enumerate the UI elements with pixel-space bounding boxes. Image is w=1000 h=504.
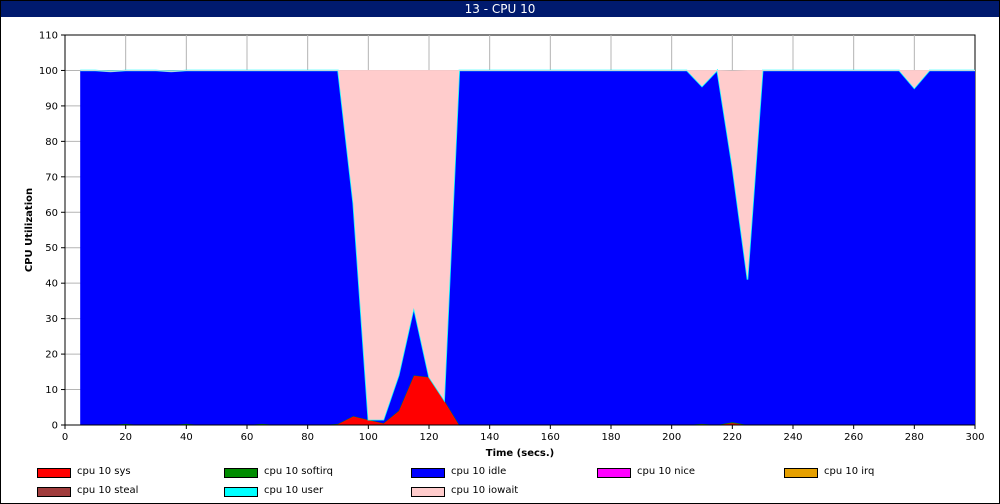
x-tick-label: 60: [241, 432, 254, 443]
x-tick-label: 200: [662, 432, 681, 443]
y-tick-label: 90: [45, 101, 58, 112]
legend-swatch: [784, 468, 818, 478]
legend-label: cpu 10 user: [264, 485, 324, 496]
y-tick-label: 60: [45, 208, 58, 219]
y-tick-label: 40: [45, 279, 58, 290]
legend-label: cpu 10 iowait: [451, 485, 519, 496]
x-tick-label: 0: [62, 432, 68, 443]
y-axis-label: CPU Utilization: [24, 188, 35, 272]
cpu-utilization-chart: 0 20 40 60 80 100 120 140 160 180 200 220 240 260 280 3…: [24, 31, 985, 460]
legend-swatch: [37, 468, 71, 478]
legend-label: cpu 10 idle: [451, 466, 507, 477]
legend-swatch: [224, 468, 258, 478]
x-tick-label: 180: [601, 432, 620, 443]
legend-label: cpu 10 steal: [77, 485, 139, 496]
x-tick-label: 160: [541, 432, 560, 443]
x-tick-label: 100: [359, 432, 378, 443]
legend-swatch: [37, 487, 71, 497]
x-tick-label: 260: [844, 432, 863, 443]
legend-label: cpu 10 nice: [637, 466, 696, 477]
x-tick-label: 240: [783, 432, 802, 443]
x-tick-label: 40: [180, 432, 193, 443]
legend-label: cpu 10 irq: [824, 466, 875, 477]
series-cpu-10-idle-area: [80, 70, 975, 425]
x-tick-label: 120: [419, 432, 438, 443]
y-tick-label: 10: [45, 385, 58, 396]
legend-swatch: [597, 468, 631, 478]
legend-label: cpu 10 softirq: [264, 466, 333, 477]
x-tick-label: 20: [119, 432, 132, 443]
y-tick-label: 70: [45, 172, 58, 183]
y-tick-label: 20: [45, 350, 58, 361]
x-axis-label: Time (secs.): [486, 448, 555, 459]
legend-swatch: [224, 487, 258, 497]
x-tick-label: 280: [905, 432, 924, 443]
y-tick-label: 110: [39, 31, 58, 42]
x-tick-label: 220: [723, 432, 742, 443]
x-tick-label: 300: [965, 432, 984, 443]
legend-label: cpu 10 sys: [77, 466, 131, 477]
y-tick-label: 80: [45, 137, 58, 148]
y-tick-label: 0: [52, 421, 58, 432]
y-tick-label: 100: [39, 66, 58, 77]
x-tick-label: 80: [301, 432, 314, 443]
x-tick-label: 140: [480, 432, 499, 443]
y-tick-label: 50: [45, 243, 58, 254]
legend-swatch: [411, 487, 445, 497]
legend-swatch: [411, 468, 445, 478]
y-tick-label: 30: [45, 314, 58, 325]
